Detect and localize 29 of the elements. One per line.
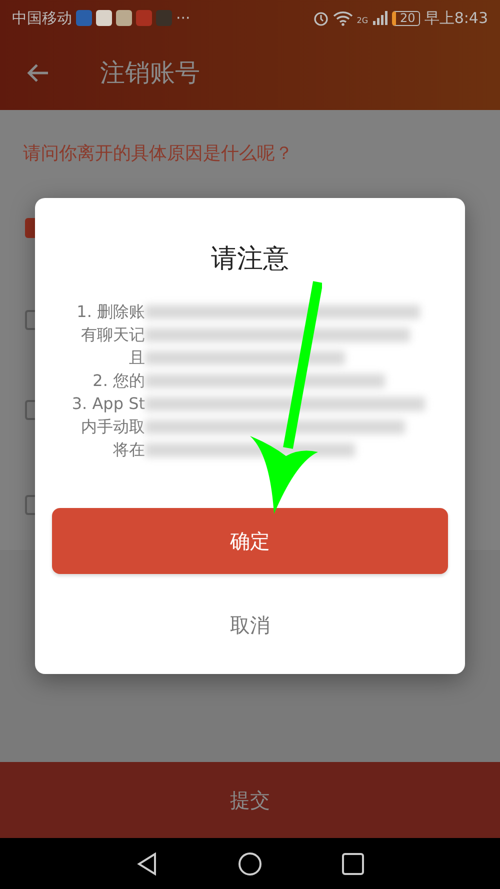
- home-icon[interactable]: [238, 852, 262, 876]
- app-icon: [136, 10, 152, 26]
- wifi-icon: [332, 10, 353, 26]
- confirm-button[interactable]: 确定: [52, 508, 448, 574]
- clock-time: 早上8:43: [424, 8, 488, 29]
- back-icon[interactable]: [136, 852, 158, 876]
- carrier-name: 中国移动: [12, 8, 72, 29]
- app-icon: [116, 10, 132, 26]
- question-text: 请问你离开的具体原因是什么呢？: [22, 142, 294, 166]
- notice-text: 内手动取: [80, 416, 145, 438]
- cancel-button[interactable]: 取消: [225, 608, 275, 642]
- signal-icon: [372, 10, 388, 26]
- checkbox[interactable]: [25, 218, 35, 238]
- dialog-title: 请注意: [211, 244, 289, 274]
- more-notifications: ···: [176, 8, 190, 29]
- notice-text: 3. App St: [70, 392, 145, 414]
- network-type: 2G: [356, 14, 368, 27]
- notice-text: 有聊天记: [80, 324, 145, 346]
- notice-text: 且: [128, 346, 145, 368]
- battery-level: 20: [392, 10, 420, 26]
- submit-button[interactable]: 提交: [230, 785, 270, 815]
- notice-text: 将在: [112, 438, 145, 460]
- page-title: 注销账号: [100, 57, 200, 90]
- notice-text: 2. 您的: [92, 370, 145, 392]
- notice-text: 1. 删除账: [76, 300, 145, 322]
- recent-apps-icon[interactable]: [342, 852, 364, 874]
- alarm-icon: [312, 10, 329, 26]
- app-icon: [156, 10, 172, 26]
- back-arrow-icon[interactable]: [26, 63, 50, 83]
